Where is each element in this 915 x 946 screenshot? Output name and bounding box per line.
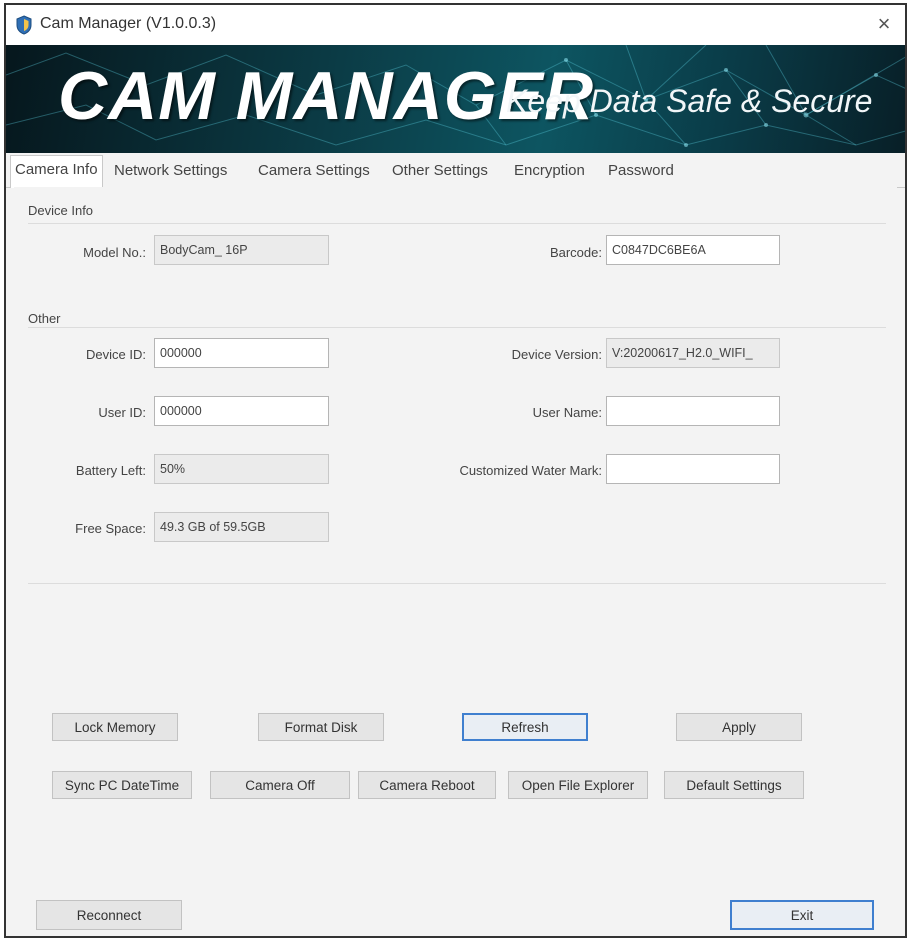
format-disk-button[interactable]: Format Disk bbox=[258, 713, 384, 741]
shield-icon bbox=[16, 15, 32, 35]
device-id-field[interactable] bbox=[154, 338, 329, 368]
exit-button[interactable]: Exit bbox=[730, 900, 874, 930]
model-no-label: Model No.: bbox=[83, 245, 146, 260]
barcode-field[interactable] bbox=[606, 235, 780, 265]
title-bar: Cam Manager (V1.0.0.3) × bbox=[6, 5, 905, 46]
header-banner: CAM MANAGER Keep Data Safe & Secure bbox=[6, 45, 905, 153]
battery-left-field[interactable] bbox=[154, 454, 329, 484]
battery-left-label: Battery Left: bbox=[75, 463, 146, 478]
tab-network-settings[interactable]: Network Settings bbox=[110, 157, 231, 187]
device-info-group-title: Device Info bbox=[28, 203, 94, 218]
tab-password[interactable]: Password bbox=[604, 157, 678, 187]
free-space-field[interactable] bbox=[154, 512, 329, 542]
user-name-field[interactable] bbox=[606, 396, 780, 426]
other-bottom-divider bbox=[28, 583, 886, 584]
device-version-field[interactable] bbox=[606, 338, 780, 368]
apply-button[interactable]: Apply bbox=[676, 713, 802, 741]
device-info-divider bbox=[28, 223, 886, 224]
tab-bar: Camera Info Network Settings Camera Sett… bbox=[6, 153, 905, 188]
camera-reboot-button[interactable]: Camera Reboot bbox=[358, 771, 496, 799]
close-button[interactable]: × bbox=[869, 9, 899, 39]
user-id-label: User ID: bbox=[98, 405, 146, 420]
other-group-title: Other bbox=[28, 311, 61, 326]
reconnect-button[interactable]: Reconnect bbox=[36, 900, 182, 930]
open-file-explorer-button[interactable]: Open File Explorer bbox=[508, 771, 648, 799]
refresh-button[interactable]: Refresh bbox=[462, 713, 588, 741]
water-mark-field[interactable] bbox=[606, 454, 780, 484]
user-id-field[interactable] bbox=[154, 396, 329, 426]
cam-manager-window: Cam Manager (V1.0.0.3) × CAM MANAGER Kee… bbox=[4, 3, 907, 938]
window-title: Cam Manager (V1.0.0.3) bbox=[40, 15, 217, 32]
bottom-bar: Reconnect Exit bbox=[6, 867, 905, 936]
tab-camera-settings[interactable]: Camera Settings bbox=[254, 157, 374, 187]
device-version-label: Device Version: bbox=[511, 347, 602, 362]
tab-encryption[interactable]: Encryption bbox=[510, 157, 589, 187]
tab-camera-info[interactable]: Camera Info bbox=[10, 155, 103, 188]
water-mark-label: Customized Water Mark: bbox=[459, 463, 602, 478]
default-settings-button[interactable]: Default Settings bbox=[664, 771, 804, 799]
free-space-label: Free Space: bbox=[75, 521, 146, 536]
tab-other-settings[interactable]: Other Settings bbox=[388, 157, 492, 187]
model-no-field[interactable] bbox=[154, 235, 329, 265]
camera-info-panel: Device Info Model No.: Barcode: Other De… bbox=[14, 187, 897, 867]
sync-pc-datetime-button[interactable]: Sync PC DateTime bbox=[52, 771, 192, 799]
device-id-label: Device ID: bbox=[86, 347, 146, 362]
lock-memory-button[interactable]: Lock Memory bbox=[52, 713, 178, 741]
camera-off-button[interactable]: Camera Off bbox=[210, 771, 350, 799]
user-name-label: User Name: bbox=[532, 405, 602, 420]
banner-tagline: Keep Data Safe & Secure bbox=[506, 83, 873, 119]
other-divider bbox=[28, 327, 886, 328]
barcode-label: Barcode: bbox=[549, 245, 602, 260]
